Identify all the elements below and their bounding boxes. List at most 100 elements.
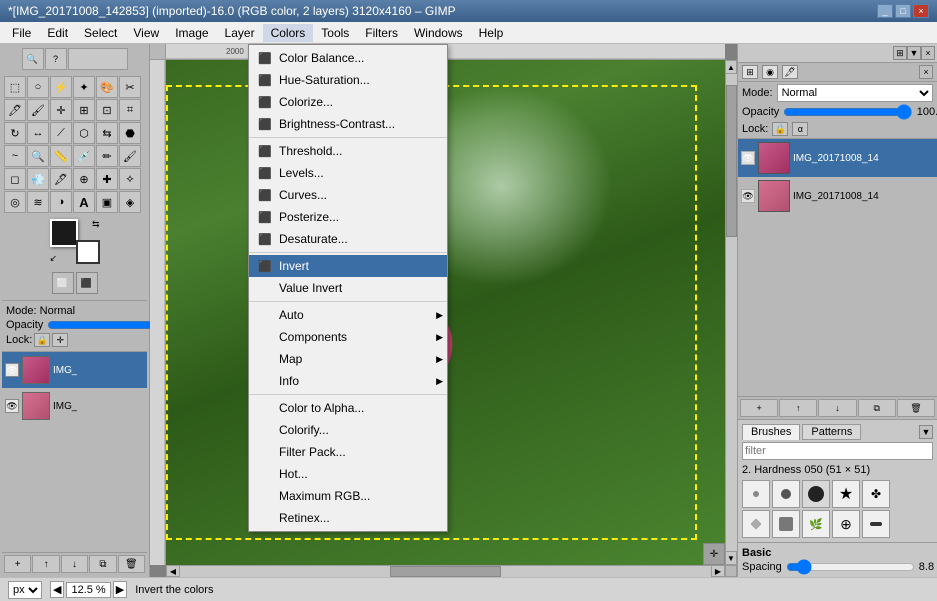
menu-threshold[interactable]: ⬛ Threshold... <box>249 140 447 162</box>
scroll-up-btn[interactable]: ▲ <box>725 60 737 74</box>
vertical-scrollbar[interactable] <box>725 60 737 565</box>
tool-rect-select[interactable]: ⬚ <box>4 76 26 98</box>
menu-color-to-alpha[interactable]: Color to Alpha... <box>249 397 447 419</box>
mode-select[interactable]: Normal <box>777 84 933 102</box>
menu-value-invert[interactable]: Value Invert <box>249 277 447 299</box>
tool-airbrush[interactable]: 💨 <box>27 168 49 190</box>
standard-mode-icon[interactable]: ⬜ <box>52 272 74 294</box>
tool-paths[interactable]: 🖊 <box>4 99 26 121</box>
tool-transform[interactable]: ⊡ <box>96 99 118 121</box>
patterns-tab[interactable]: Patterns <box>802 424 861 440</box>
brush-item[interactable]: ★ <box>832 480 860 508</box>
tool-text[interactable]: A <box>73 191 95 213</box>
menu-colorify[interactable]: Colorify... <box>249 419 447 441</box>
tool-scale[interactable]: ↔ <box>27 122 49 144</box>
menu-tools[interactable]: Tools <box>313 24 357 42</box>
quick-mask-icon[interactable]: ⬛ <box>76 272 98 294</box>
menu-layer[interactable]: Layer <box>217 24 263 42</box>
layer-1-eye[interactable]: 👁 <box>5 363 19 377</box>
scroll-left-btn[interactable]: ◀ <box>166 565 180 577</box>
brush-item-active[interactable] <box>802 480 830 508</box>
menu-invert[interactable]: ⬛ Invert <box>249 255 447 277</box>
layer-2-eye[interactable]: 👁 <box>5 399 19 413</box>
brush-item[interactable] <box>742 510 770 538</box>
v-scrollbar-thumb[interactable] <box>726 85 737 237</box>
lock-pixels-btn[interactable]: 🔒 <box>34 333 50 347</box>
brush-filter-input[interactable] <box>742 442 933 460</box>
menu-hue-saturation[interactable]: ⬛ Hue-Saturation... <box>249 69 447 91</box>
tool-eraser[interactable]: ◻ <box>4 168 26 190</box>
brush-item[interactable] <box>862 510 890 538</box>
brush-item[interactable] <box>772 510 800 538</box>
tool-clone[interactable]: ⊕ <box>73 168 95 190</box>
menu-filter-pack[interactable]: Filter Pack... <box>249 441 447 463</box>
menu-select[interactable]: Select <box>76 24 125 42</box>
right-layer-item-2[interactable]: 👁 IMG_20171008_14 <box>738 177 937 215</box>
menu-info[interactable]: Info <box>249 370 447 392</box>
right-layer-dup-btn[interactable]: ⧉ <box>858 399 896 417</box>
tool-help-btn[interactable]: ? <box>45 48 67 70</box>
canvas-nav-btn[interactable]: ✛ <box>703 543 725 565</box>
tool-rotate[interactable]: ↻ <box>4 122 26 144</box>
background-color[interactable] <box>76 240 100 264</box>
menu-curves[interactable]: ⬛ Curves... <box>249 184 447 206</box>
tool-crop[interactable]: ⌗ <box>119 99 141 121</box>
swap-colors-icon[interactable]: ⇆ <box>92 219 100 230</box>
tool-blend[interactable]: ◈ <box>119 191 141 213</box>
menu-help[interactable]: Help <box>471 24 512 42</box>
right-panel-close-btn[interactable]: × <box>919 65 933 79</box>
tool-search-btn[interactable]: 🔍 <box>22 48 44 70</box>
tool-color-picker[interactable]: 💉 <box>73 145 95 167</box>
tool-paintbrush[interactable]: 🖌 <box>119 145 141 167</box>
tool-blur[interactable]: ◎ <box>4 191 26 213</box>
menu-colors[interactable]: Colors <box>263 24 314 42</box>
unit-select[interactable]: px <box>8 581 42 599</box>
menu-components[interactable]: Components <box>249 326 447 348</box>
tool-align[interactable]: ⊞ <box>73 99 95 121</box>
right-layer-2-eye[interactable]: 👁 <box>741 189 755 203</box>
tool-ellipse-select[interactable]: ○ <box>27 76 49 98</box>
right-opacity-slider[interactable] <box>783 106 912 118</box>
layer-raise-btn[interactable]: ↑ <box>32 555 59 573</box>
tool-perspective[interactable]: ⬡ <box>73 122 95 144</box>
menu-edit[interactable]: Edit <box>39 24 76 42</box>
tool-cage[interactable]: ⬣ <box>119 122 141 144</box>
tool-fuzzy-select[interactable]: ✦ <box>73 76 95 98</box>
brushes-tab[interactable]: Brushes <box>742 424 800 440</box>
menu-maximum-rgb[interactable]: Maximum RGB... <box>249 485 447 507</box>
tool-free-select[interactable]: ⚡ <box>50 76 72 98</box>
tool-pencil[interactable]: ✏ <box>96 145 118 167</box>
scroll-down-btn[interactable]: ▼ <box>725 551 737 565</box>
menu-levels[interactable]: ⬛ Levels... <box>249 162 447 184</box>
tool-warp[interactable]: ~ <box>4 145 26 167</box>
panel-close-btn[interactable]: × <box>921 46 935 60</box>
brush-item[interactable] <box>772 480 800 508</box>
tool-ink[interactable]: 🖋 <box>50 168 72 190</box>
h-scrollbar-thumb[interactable] <box>390 566 502 577</box>
layer-item-1[interactable]: 👁 IMG_ <box>2 352 147 388</box>
tool-perspective-clone[interactable]: ⟡ <box>119 168 141 190</box>
tool-zoom[interactable]: 🔍 <box>27 145 49 167</box>
menu-retinex[interactable]: Retinex... <box>249 507 447 529</box>
menu-filters[interactable]: Filters <box>357 24 406 42</box>
right-layer-del-btn[interactable]: 🗑 <box>897 399 935 417</box>
panel-menu-btn[interactable]: ⊞ <box>893 46 907 60</box>
tool-fill[interactable]: ▣ <box>96 191 118 213</box>
reset-colors-icon[interactable]: ↙ <box>50 253 58 264</box>
layer-duplicate-btn[interactable]: ⧉ <box>89 555 116 573</box>
horizontal-scrollbar[interactable] <box>166 565 725 577</box>
tool-measure[interactable]: 📏 <box>50 145 72 167</box>
paths-icon[interactable]: 🖊 <box>782 65 798 79</box>
lock-pixels-btn-r[interactable]: 🔒 <box>772 122 788 136</box>
brush-item[interactable]: ✤ <box>862 480 890 508</box>
lock-position-btn[interactable]: ✛ <box>52 333 68 347</box>
menu-posterize[interactable]: ⬛ Posterize... <box>249 206 447 228</box>
menu-map[interactable]: Map <box>249 348 447 370</box>
layer-new-btn[interactable]: + <box>4 555 31 573</box>
layer-item-2[interactable]: 👁 IMG_ <box>2 388 147 424</box>
menu-windows[interactable]: Windows <box>406 24 471 42</box>
minimize-button[interactable]: _ <box>877 4 893 18</box>
brush-item[interactable] <box>742 480 770 508</box>
lock-alpha-btn-r[interactable]: α <box>792 122 808 136</box>
tool-smudge[interactable]: ≋ <box>27 191 49 213</box>
